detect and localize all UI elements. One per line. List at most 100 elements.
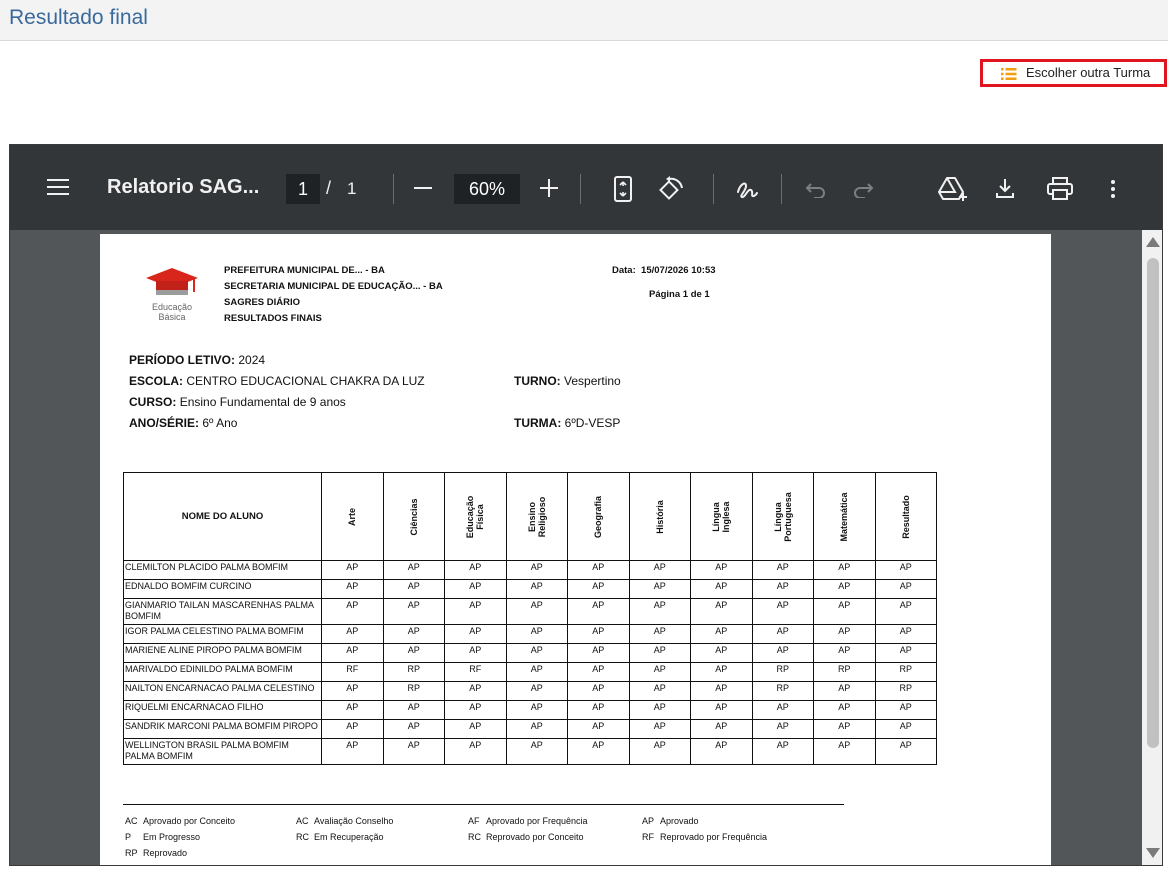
pdf-viewer: Relatorio SAG... 1 / 1 60% Educação Bási… <box>9 144 1163 866</box>
list-icon <box>1001 68 1017 80</box>
grade-cell: AP <box>690 738 753 765</box>
choose-class-button[interactable]: Escolher outra Turma <box>980 59 1167 87</box>
grade-cell: AP <box>813 681 876 701</box>
grade-cell: AP <box>321 579 384 599</box>
student-name: EDNALDO BOMFIM CURCINO <box>123 579 322 599</box>
column-header-subject: Resultado <box>874 472 937 561</box>
pdf-page-area[interactable]: Educação Básica PREFEITURA MUNICIPAL DE.… <box>10 230 1162 865</box>
subject-label: Arte <box>347 507 358 526</box>
download-icon[interactable] <box>994 177 1016 199</box>
student-name: CLEMILTON PLACIDO PALMA BOMFIM <box>123 560 322 580</box>
grade-cell: AP <box>382 560 445 580</box>
grade-cell: AP <box>628 738 691 765</box>
scroll-thumb[interactable] <box>1147 258 1159 748</box>
subject-label: Física <box>475 503 486 530</box>
report-date: Data: 15/07/2026 10:53 <box>612 265 716 276</box>
more-options-icon[interactable] <box>1110 179 1116 199</box>
grade-cell: AP <box>444 681 507 701</box>
menu-icon[interactable] <box>47 179 69 195</box>
choose-class-label: Escolher outra Turma <box>1026 65 1151 80</box>
fit-page-icon[interactable] <box>613 175 633 203</box>
rotate-icon[interactable] <box>657 176 685 202</box>
column-header-subject: Geografia <box>567 472 630 561</box>
grade-cell: AP <box>567 681 630 701</box>
grade-cell: AP <box>505 579 568 599</box>
grade-cell: AP <box>505 643 568 663</box>
print-icon[interactable] <box>1047 177 1073 201</box>
logo-caption: Educação Básica <box>151 302 193 322</box>
grade-cell: AP <box>751 700 814 720</box>
column-header-subject: Ciências <box>382 472 445 561</box>
grade-cell: AP <box>382 579 445 599</box>
grade-cell: AP <box>505 624 568 644</box>
legend-item: AP Aprovado <box>642 816 699 826</box>
redo-icon[interactable] <box>852 180 874 198</box>
grade-cell: AP <box>628 662 691 682</box>
grade-cell: AP <box>321 560 384 580</box>
grade-cell: AP <box>505 560 568 580</box>
grade-cell: AP <box>321 700 384 720</box>
table-row: MARIENE ALINE PIROPO PALMA BOMFIM AP AP AP A… <box>123 643 937 663</box>
draw-icon[interactable] <box>735 178 759 200</box>
scroll-up-arrow[interactable] <box>1146 237 1160 247</box>
zoom-in-icon[interactable] <box>540 179 558 197</box>
grade-cell: AP <box>628 579 691 599</box>
grade-cell: AP <box>690 598 753 625</box>
grade-cell: AP <box>751 560 814 580</box>
table-row: NAILTON ENCARNACAO PALMA CELESTINO AP RP AP… <box>123 681 937 701</box>
legend-item: RF Reprovado por Frequência <box>642 832 768 842</box>
grade-cell: RF <box>444 662 507 682</box>
zoom-input[interactable]: 60% <box>454 174 520 204</box>
grade-cell: AP <box>628 719 691 739</box>
grade-cell: AP <box>628 560 691 580</box>
table-row: IGOR PALMA CELESTINO PALMA BOMFIM AP AP AP A… <box>123 624 937 644</box>
document-title: Relatorio SAG... <box>107 176 260 198</box>
student-name: MARIVALDO EDINILDO PALMA BOMFIM <box>123 662 322 682</box>
org-line: PREFEITURA MUNICIPAL DE... - BA <box>224 265 385 276</box>
zoom-out-icon[interactable] <box>414 187 432 189</box>
results-table: NOME DO ALUNO Arte Ciências Educação Física E… <box>123 472 937 765</box>
grade-cell: AP <box>813 624 876 644</box>
grade-cell: AP <box>444 719 507 739</box>
undo-icon[interactable] <box>805 180 827 198</box>
scrollbar[interactable] <box>1142 230 1162 865</box>
page-number-input[interactable]: 1 <box>286 174 320 204</box>
grade-cell: AP <box>382 643 445 663</box>
grade-cell: AP <box>567 719 630 739</box>
grade-cell: AP <box>567 662 630 682</box>
legend-item: RC Reprovado por Conceito <box>468 832 584 842</box>
grade-cell: AP <box>382 598 445 625</box>
grade-cell: AP <box>813 579 876 599</box>
periodo-letivo: PERÍODO LETIVO: 2024 <box>129 353 266 367</box>
subject-label: Portuguesa <box>782 491 793 542</box>
student-name: SANDRIK MARCONI PALMA BOMFIM PIROPO <box>123 719 322 739</box>
grade-cell: RP <box>874 681 937 701</box>
grade-cell: AP <box>690 579 753 599</box>
legend-item: RC Em Recuperação <box>296 832 384 842</box>
save-to-drive-icon[interactable] <box>938 176 968 202</box>
pdf-toolbar: Relatorio SAG... 1 / 1 60% <box>10 145 1162 230</box>
subject-label: Ciências <box>408 497 419 536</box>
grade-cell: AP <box>382 719 445 739</box>
grade-cell: AP <box>690 560 753 580</box>
table-row: CLEMILTON PLACIDO PALMA BOMFIM AP AP AP AP AP… <box>123 560 937 580</box>
org-line: SAGRES DIÁRIO <box>224 297 301 308</box>
grade-cell: AP <box>751 643 814 663</box>
grade-cell: AP <box>444 738 507 765</box>
column-header-subject: Ensino Religioso <box>505 472 568 561</box>
legend-item: AF Aprovado por Frequência <box>468 816 588 826</box>
subject-label: Inglesa <box>721 500 732 533</box>
column-header-subject: Língua Portuguesa <box>751 472 814 561</box>
subject-label: Língua <box>711 501 722 532</box>
grade-cell: AP <box>321 598 384 625</box>
grade-cell: AP <box>813 719 876 739</box>
grade-cell: AP <box>813 738 876 765</box>
scroll-down-arrow[interactable] <box>1146 848 1160 858</box>
column-header-name: NOME DO ALUNO <box>123 472 322 561</box>
grade-cell: AP <box>628 643 691 663</box>
grade-cell: AP <box>567 579 630 599</box>
grade-cell: AP <box>444 643 507 663</box>
grade-cell: AP <box>874 738 937 765</box>
grade-cell: AP <box>628 681 691 701</box>
student-name: MARIENE ALINE PIROPO PALMA BOMFIM <box>123 643 322 663</box>
